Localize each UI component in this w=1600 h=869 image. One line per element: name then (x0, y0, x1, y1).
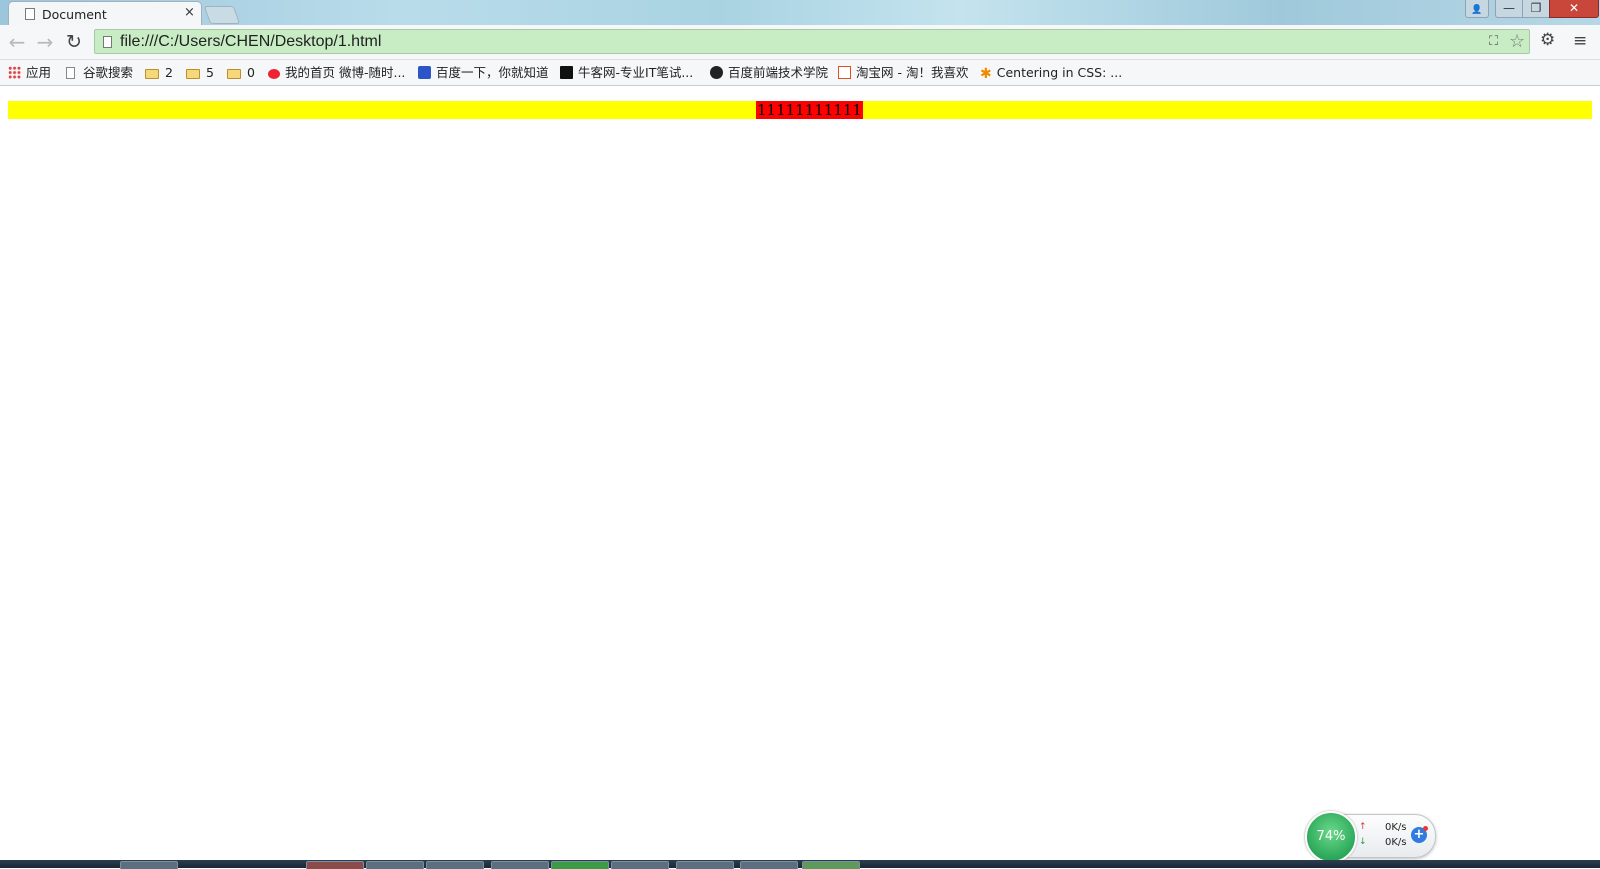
net-speed-widget[interactable]: 74% ↑ 0K/s ↓ 0K/s + (1305, 811, 1436, 863)
nowcoder-icon (560, 66, 573, 79)
bookmark-folder-0[interactable]: 0 (227, 63, 255, 82)
folder-icon (227, 69, 241, 79)
page-icon (25, 8, 35, 20)
download-speed: 0K/s (1385, 837, 1407, 848)
bookmark-label: 我的首页 微博-随时... (285, 65, 406, 80)
bookmark-label: 百度一下，你就知道 (436, 65, 549, 80)
url-text[interactable]: file:///C:/Users/CHEN/Desktop/1.html (120, 33, 381, 51)
bookmarks-bar: 应用 谷歌搜索 2 5 0 我的首页 微博-随时... 百度一下，你就知道 牛客… (0, 60, 1600, 86)
bookmark-label: Centering in CSS: ... (996, 65, 1123, 80)
user-icon[interactable]: 👤 (1465, 0, 1489, 18)
red-centered-box: 11111111111 (756, 101, 863, 119)
bookmark-centering-css[interactable]: ✱ Centering in CSS: ... (980, 63, 1122, 82)
taobao-icon (838, 66, 851, 79)
upload-speed: 0K/s (1385, 822, 1407, 833)
tab-document[interactable]: Document × (8, 1, 202, 25)
folder-icon (145, 69, 159, 79)
yellow-container: 11111111111 (8, 101, 1592, 119)
weibo-icon (268, 69, 280, 79)
upload-arrow-icon: ↑ (1359, 822, 1367, 832)
bookmark-folder-5[interactable]: 5 (186, 63, 214, 82)
bookmark-label: 牛客网-专业IT笔试... (578, 65, 694, 80)
bookmark-star-icon[interactable]: ☆ (1509, 31, 1525, 52)
title-bar: Document × 👤 — ❐ ✕ (0, 0, 1600, 25)
bookmark-ife[interactable]: 百度前端技术学院 (710, 63, 828, 82)
bookmark-weibo[interactable]: 我的首页 微博-随时... (268, 63, 405, 82)
bookmark-baidu[interactable]: 百度一下，你就知道 (418, 63, 549, 82)
maximize-button[interactable]: ❐ (1522, 0, 1550, 18)
apps-icon (8, 66, 21, 79)
minimize-button[interactable]: — (1495, 0, 1523, 18)
memory-gauge[interactable]: 74% (1305, 811, 1357, 863)
page-icon (103, 36, 112, 48)
back-button[interactable]: ← (6, 31, 28, 53)
folder-icon (186, 69, 200, 79)
bookmark-label: 谷歌搜索 (83, 65, 134, 80)
new-tab-button[interactable] (203, 6, 241, 24)
forward-button[interactable]: → (34, 31, 56, 53)
bookmark-label: 0 (247, 65, 255, 80)
user-glyph: 👤 (1471, 5, 1483, 15)
star-icon: ✱ (980, 66, 992, 82)
tab-title: Document (42, 7, 107, 22)
add-icon[interactable]: + (1411, 826, 1428, 843)
ife-icon (710, 66, 723, 79)
bookmark-label: 2 (165, 65, 173, 80)
reload-button[interactable]: ↻ (63, 31, 85, 53)
page-icon (66, 67, 75, 79)
menu-icon[interactable]: ≡ (1573, 31, 1587, 51)
bookmark-label: 应用 (26, 65, 52, 80)
bookmark-folder-2[interactable]: 2 (145, 63, 173, 82)
translate-icon[interactable]: ⛶ (1489, 34, 1498, 49)
bookmark-label: 5 (206, 65, 214, 80)
close-window-button[interactable]: ✕ (1549, 0, 1599, 18)
baidu-icon (418, 66, 431, 79)
bookmark-label: 淘宝网 - 淘！我喜欢 (856, 65, 969, 80)
download-arrow-icon: ↓ (1359, 837, 1367, 847)
taskbar (0, 860, 1600, 869)
bookmark-apps[interactable]: 应用 (8, 63, 51, 82)
close-icon[interactable]: × (184, 5, 195, 20)
bookmark-google-search[interactable]: 谷歌搜索 (66, 63, 133, 82)
browser-toolbar: ← → ↻ file:///C:/Users/CHEN/Desktop/1.ht… (0, 25, 1600, 60)
bookmark-nowcoder[interactable]: 牛客网-专业IT笔试... (560, 63, 693, 82)
bookmark-label: 百度前端技术学院 (728, 65, 829, 80)
extension-icon[interactable]: ⚙ (1540, 30, 1555, 50)
address-bar[interactable]: file:///C:/Users/CHEN/Desktop/1.html ⛶ ☆ (94, 29, 1530, 54)
bookmark-taobao[interactable]: 淘宝网 - 淘！我喜欢 (838, 63, 968, 82)
